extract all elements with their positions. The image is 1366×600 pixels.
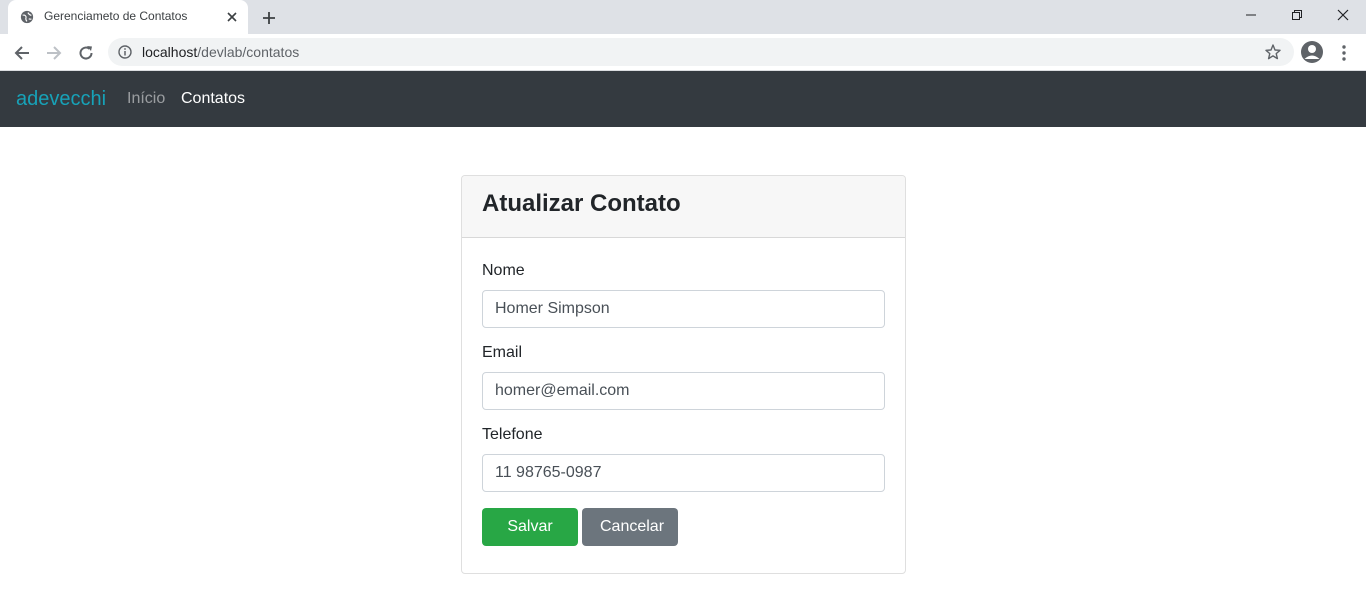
close-icon[interactable] [224, 9, 240, 25]
update-contact-card: Atualizar Contato Nome Email Telefone Sa… [461, 175, 906, 574]
card-body: Nome Email Telefone Salvar Cancelar [462, 238, 905, 566]
bookmark-star-icon[interactable] [1264, 43, 1282, 61]
form-group-nome: Nome [482, 262, 885, 328]
browser-toolbar: localhost/devlab/contatos [0, 34, 1366, 71]
form-actions: Salvar Cancelar [482, 508, 885, 546]
browser-tabstrip: Gerenciameto de Contatos [0, 0, 1366, 34]
cancel-button[interactable]: Cancelar [582, 508, 678, 546]
app-navbar: adevecchi Início Contatos [0, 71, 1366, 127]
telefone-label: Telefone [482, 426, 543, 443]
nav-link-inicio[interactable]: Início [127, 90, 165, 108]
card-header: Atualizar Contato [462, 176, 905, 238]
globe-icon [20, 10, 34, 24]
url-text: localhost/devlab/contatos [142, 44, 299, 60]
tab-title: Gerenciameto de Contatos [44, 9, 188, 23]
telefone-input[interactable] [482, 454, 885, 492]
new-tab-icon[interactable] [258, 7, 280, 29]
email-input[interactable] [482, 372, 885, 410]
minimize-icon[interactable] [1228, 0, 1274, 30]
url-path: /devlab/contatos [197, 44, 300, 60]
nome-input[interactable] [482, 290, 885, 328]
browser-tab[interactable]: Gerenciameto de Contatos [8, 0, 248, 34]
forward-icon[interactable] [42, 41, 66, 65]
form-group-email: Email [482, 344, 885, 410]
back-icon[interactable] [10, 41, 34, 65]
profile-avatar-icon[interactable] [1300, 40, 1324, 64]
brand-link[interactable]: adevecchi [16, 88, 106, 111]
nav-link-contatos[interactable]: Contatos [181, 90, 245, 108]
window-close-icon[interactable] [1320, 0, 1366, 30]
restore-icon[interactable] [1274, 0, 1320, 30]
save-button[interactable]: Salvar [482, 508, 578, 546]
more-menu-icon[interactable] [1334, 41, 1354, 65]
page-title: Atualizar Contato [482, 190, 681, 217]
address-bar[interactable]: localhost/devlab/contatos [108, 38, 1294, 66]
info-icon[interactable] [118, 45, 132, 59]
reload-icon[interactable] [74, 41, 98, 65]
email-label: Email [482, 344, 523, 361]
url-host: localhost [142, 44, 198, 60]
nome-label: Nome [482, 262, 525, 279]
form-group-telefone: Telefone [482, 426, 885, 492]
